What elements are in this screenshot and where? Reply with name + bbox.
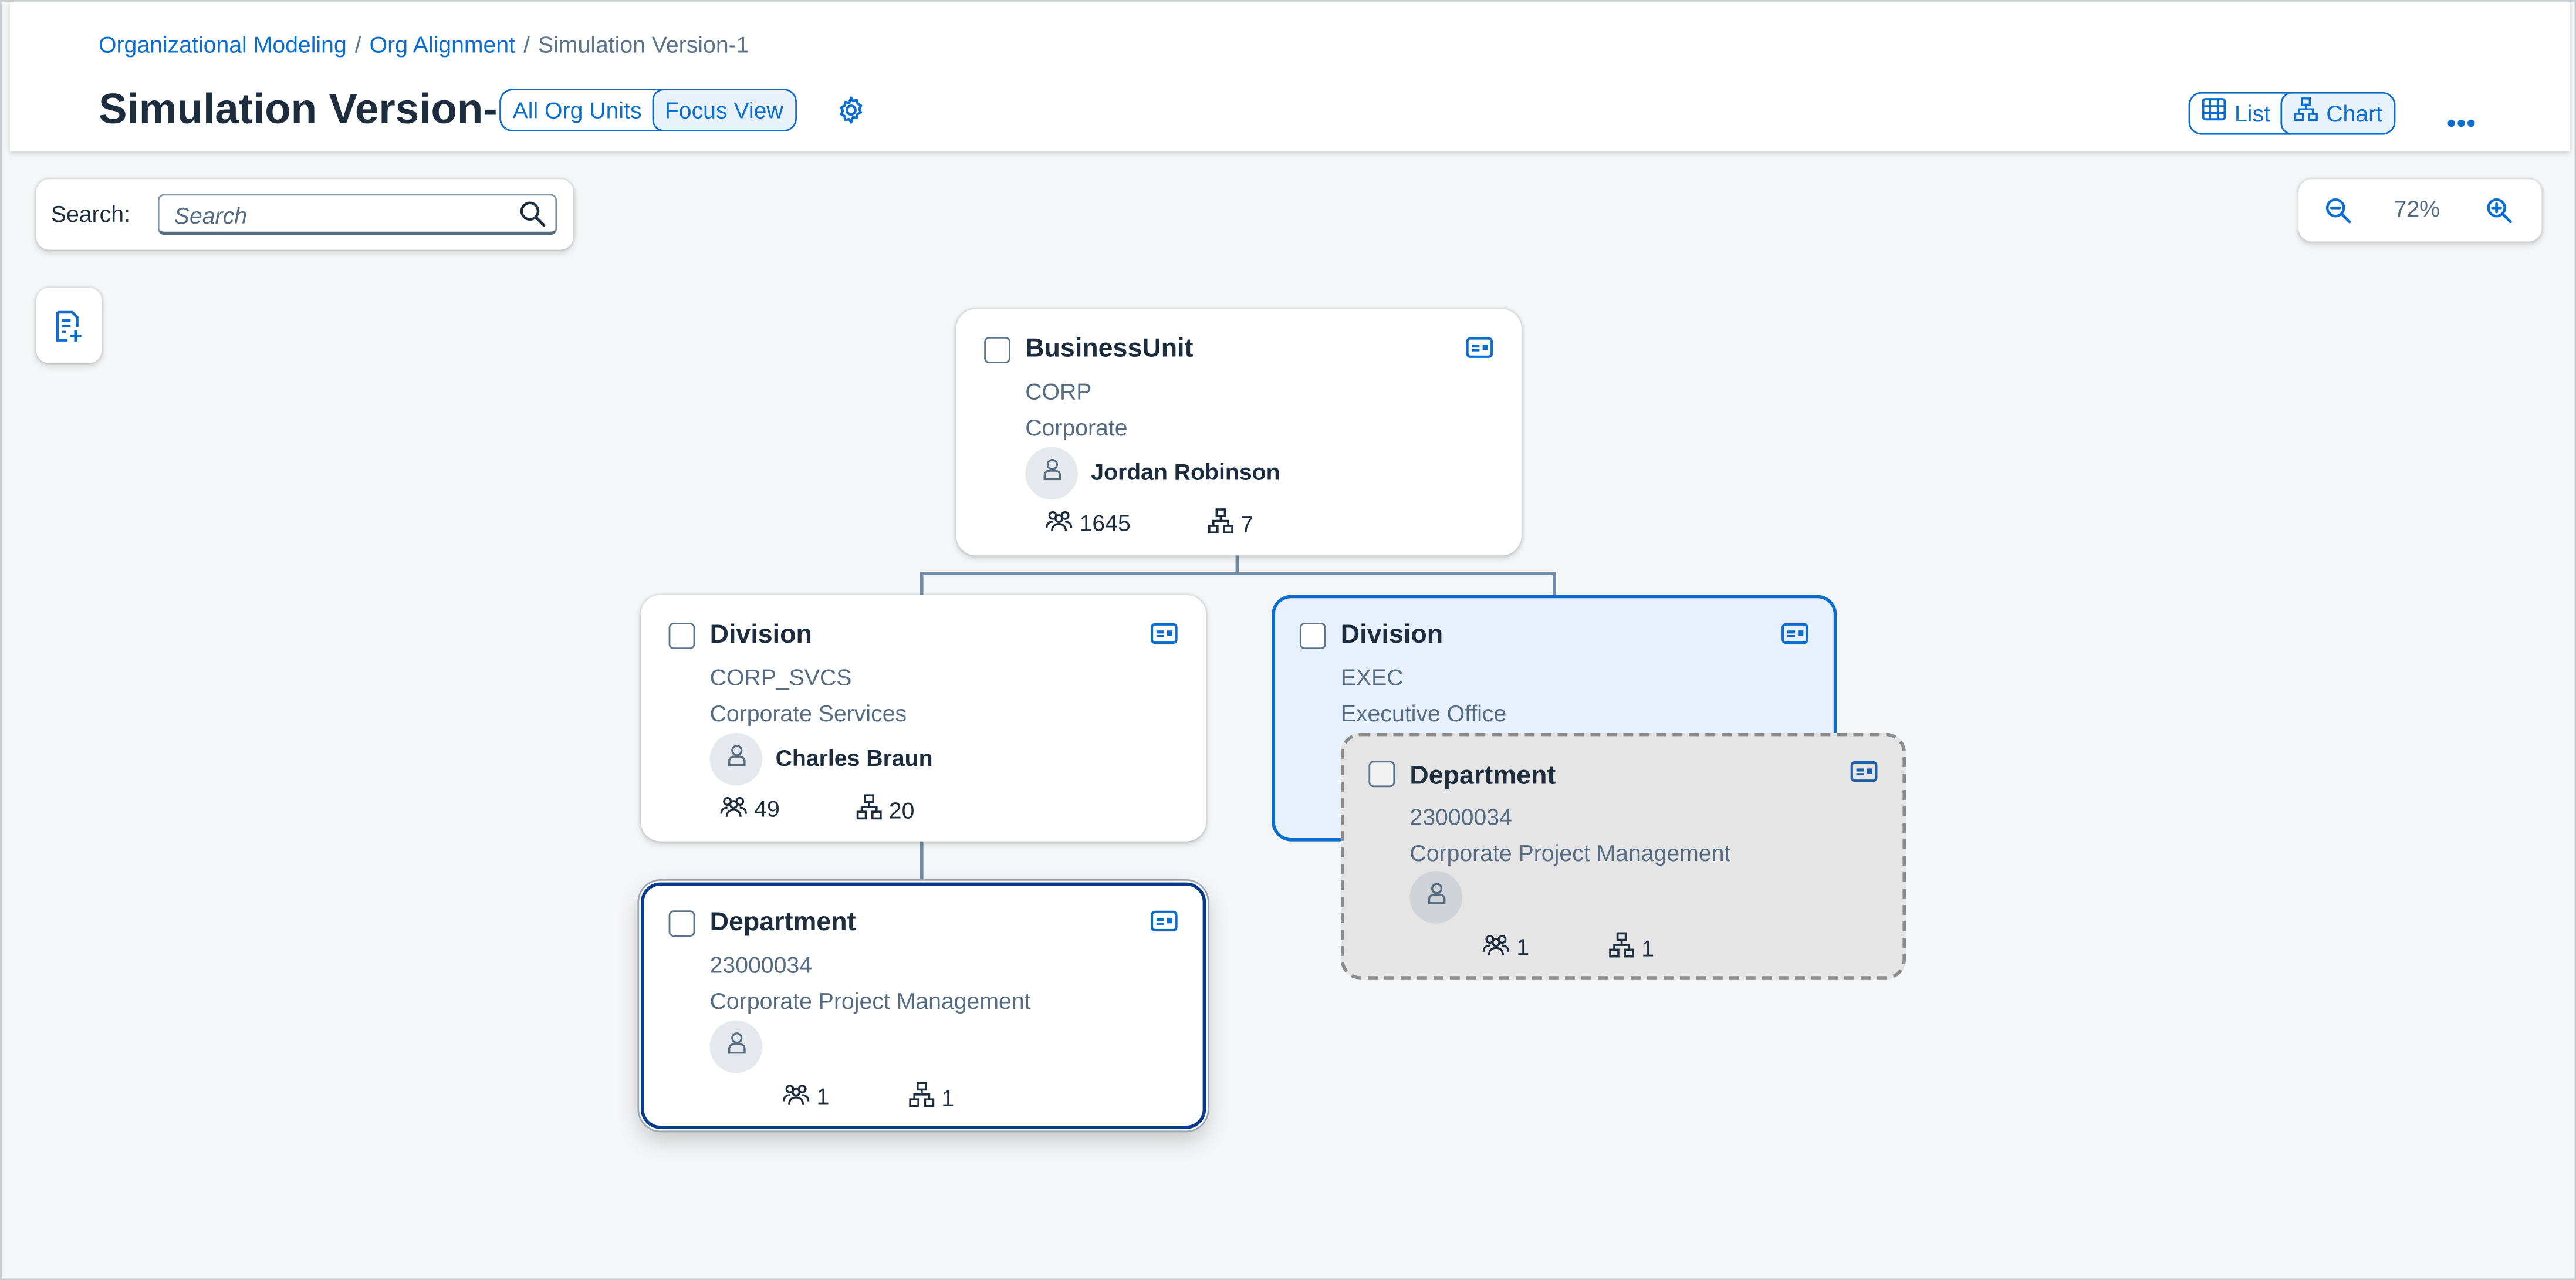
employees-icon <box>1482 932 1510 961</box>
employee-count-value: 1 <box>816 1083 830 1109</box>
unit-type: Department <box>709 909 856 937</box>
layout-toggle: List Chart <box>2188 92 2396 135</box>
avatar <box>709 732 763 786</box>
avatar <box>1409 871 1462 924</box>
breadcrumb-current: Simulation Version-1 <box>537 31 749 58</box>
hierarchy-icon <box>856 793 883 825</box>
unit-name: Corporate Project Management <box>709 987 1031 1014</box>
breadcrumb-organizational-modeling[interactable]: Organizational Modeling <box>99 31 347 58</box>
org-card-department[interactable]: Department 23000034 Corporate Project Ma… <box>641 882 1206 1129</box>
hierarchy-icon <box>1208 508 1234 539</box>
person-icon <box>1039 457 1064 489</box>
unit-code: 23000034 <box>709 951 813 978</box>
unit-type: Department <box>1409 762 1556 791</box>
person-icon <box>724 743 748 776</box>
sub-unit-count-value: 20 <box>888 796 915 823</box>
more-icon[interactable] <box>2446 107 2476 136</box>
employee-count: 1645 <box>1045 508 1131 537</box>
breadcrumb-org-alignment[interactable]: Org Alignment <box>370 31 515 58</box>
unit-code: EXEC <box>1340 664 1404 690</box>
unit-name: Executive Office <box>1340 700 1507 727</box>
employee-count: 49 <box>719 793 780 823</box>
search-field <box>157 194 557 235</box>
sub-unit-count-value: 1 <box>941 1083 955 1110</box>
add-unit-button[interactable] <box>36 288 102 363</box>
zoom-in-icon[interactable] <box>2486 197 2512 232</box>
sub-unit-count: 20 <box>856 793 915 825</box>
sub-unit-count-value: 7 <box>1240 510 1253 537</box>
sub-unit-count: 1 <box>908 1081 954 1112</box>
sub-unit-count: 7 <box>1208 508 1253 539</box>
sub-unit-count-value: 1 <box>1641 934 1655 961</box>
person-icon <box>1424 881 1448 914</box>
zoom-panel: 72% <box>2298 179 2542 242</box>
unit-type: Division <box>709 621 812 649</box>
app-window: Organizational Modeling / Org Alignment / Si… <box>0 0 2576 1280</box>
connector-line <box>920 572 1556 575</box>
employee-count: 1 <box>1482 932 1530 961</box>
employees-icon <box>782 1081 810 1110</box>
select-checkbox[interactable] <box>668 623 695 649</box>
employees-icon <box>1045 508 1073 537</box>
unit-type: Division <box>1340 621 1443 649</box>
employee-count-value: 49 <box>754 795 780 822</box>
unit-code: CORP_SVCS <box>709 664 852 690</box>
person-icon <box>724 1031 748 1063</box>
add-document-icon <box>54 310 83 352</box>
list-view-button[interactable]: List <box>2190 94 2281 133</box>
chart-view-button[interactable]: Chart <box>2280 93 2394 133</box>
employees-icon <box>719 793 748 823</box>
hierarchy-icon <box>908 1081 935 1112</box>
business-card-icon[interactable] <box>1150 623 1178 652</box>
breadcrumb-separator: / <box>523 31 530 58</box>
settings-gear-icon[interactable] <box>836 95 866 133</box>
head-of-unit[interactable]: Jordan Robinson <box>1091 458 1280 485</box>
avatar <box>1025 447 1078 500</box>
select-checkbox[interactable] <box>1299 623 1326 649</box>
hierarchy-icon <box>1608 932 1635 963</box>
select-checkbox[interactable] <box>984 337 1010 363</box>
page-title: Simulation Version-1 <box>99 83 522 133</box>
all-org-units-button[interactable]: All Org Units <box>501 90 653 130</box>
search-panel: Search: <box>36 179 574 250</box>
chart-label: Chart <box>2326 100 2383 127</box>
unit-code: CORP <box>1025 378 1092 404</box>
avatar <box>709 1020 763 1073</box>
focus-view-button[interactable]: Focus View <box>651 90 795 130</box>
zoom-out-icon[interactable] <box>2325 197 2351 232</box>
select-checkbox[interactable] <box>668 910 695 937</box>
business-card-icon[interactable] <box>1466 337 1494 366</box>
breadcrumb-separator: / <box>354 31 361 58</box>
org-card-department-drag-ghost[interactable]: Department 23000034 Corporate Project Ma… <box>1340 732 1906 980</box>
unit-code: 23000034 <box>1409 803 1512 830</box>
employee-count-value: 1 <box>1516 933 1530 960</box>
table-icon <box>2202 94 2226 133</box>
org-chart-icon <box>2293 94 2318 133</box>
search-icon[interactable] <box>519 201 546 235</box>
business-card-icon[interactable] <box>1850 761 1878 790</box>
unit-name: Corporate Project Management <box>1409 839 1731 866</box>
sub-unit-count: 1 <box>1608 932 1654 963</box>
list-label: List <box>2234 100 2271 127</box>
search-label: Search: <box>50 200 130 227</box>
unit-name: Corporate <box>1025 414 1128 441</box>
unit-name: Corporate Services <box>709 700 907 727</box>
org-card-business-unit[interactable]: BusinessUnit CORP Corporate Jordan Robin… <box>956 309 1522 556</box>
unit-type: BusinessUnit <box>1025 335 1194 363</box>
view-toggle: All Org Units Focus View <box>499 89 797 131</box>
org-card-division-corp-svcs[interactable]: Division CORP_SVCS Corporate Services Ch… <box>641 595 1206 842</box>
breadcrumb: Organizational Modeling / Org Alignment / Si… <box>99 31 749 58</box>
connector-line <box>1553 572 1556 595</box>
connector-line <box>920 572 924 595</box>
select-checkbox[interactable] <box>1368 761 1395 788</box>
business-card-icon[interactable] <box>1150 910 1178 940</box>
page-header: Organizational Modeling / Org Alignment / Si… <box>9 1 2570 151</box>
search-input[interactable] <box>171 200 506 230</box>
employee-count-value: 1645 <box>1079 509 1131 536</box>
head-of-unit[interactable]: Charles Braun <box>776 744 933 771</box>
business-card-icon[interactable] <box>1781 623 1809 652</box>
zoom-level: 72% <box>2394 195 2440 222</box>
employee-count: 1 <box>782 1081 830 1110</box>
connector-line <box>920 839 924 883</box>
